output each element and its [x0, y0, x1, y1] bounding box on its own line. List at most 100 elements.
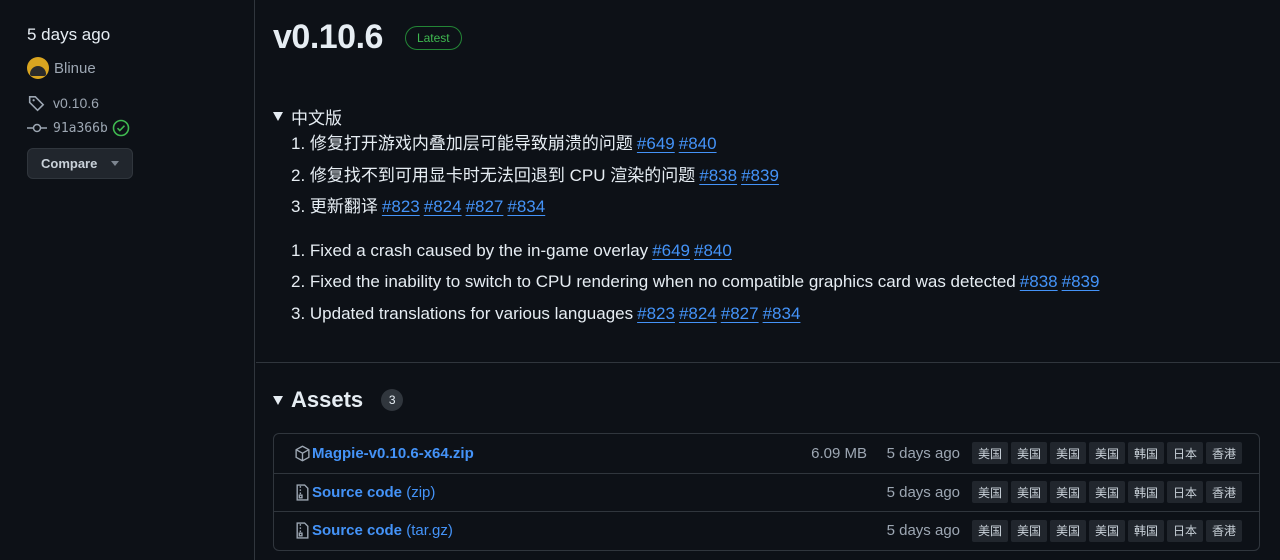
mirror-region-button[interactable]: 美国 [1011, 519, 1047, 542]
issue-link[interactable]: #827 [721, 304, 759, 323]
mirror-region-button[interactable]: 美国 [972, 442, 1008, 465]
issue-link[interactable]: #834 [507, 197, 545, 216]
latest-badge: Latest [404, 25, 462, 50]
issue-link[interactable]: #649 [637, 134, 675, 153]
asset-date: 5 days ago [886, 444, 960, 462]
file-zip-icon [293, 522, 311, 540]
issue-link[interactable]: #840 [679, 134, 717, 153]
mirror-region-button[interactable]: 香港 [1206, 481, 1242, 504]
mirror-region-button[interactable]: 美国 [972, 519, 1008, 542]
mirror-region-button[interactable]: 美国 [1089, 481, 1125, 504]
issue-link[interactable]: #839 [741, 166, 779, 185]
issue-link[interactable]: #838 [1020, 272, 1058, 291]
list-item: 2. Fixed the inability to switch to CPU … [291, 266, 1263, 298]
release-sidebar: 5 days ago Blinue v0.10.6 91a366b Compar… [0, 0, 255, 560]
compare-label: Compare [41, 156, 98, 171]
issue-link[interactable]: #823 [382, 197, 420, 216]
list-item-text: 1. Fixed a crash caused by the in-game o… [291, 240, 649, 260]
assets-count-badge: 3 [381, 389, 404, 411]
mirror-region-button[interactable]: 美国 [1089, 442, 1125, 465]
list-item-text: 2. 修复找不到可用显卡时无法回退到 CPU 渲染的问题 [291, 165, 696, 185]
issue-link[interactable]: #834 [763, 304, 801, 323]
issue-link[interactable]: #823 [637, 304, 675, 323]
asset-download-link[interactable]: Magpie-v0.10.6-x64.zip [312, 445, 474, 462]
asset-name-suffix: (tar.gz) [402, 522, 453, 540]
author-link[interactable]: Blinue [27, 57, 254, 79]
divider [256, 362, 1280, 363]
list-item: 1. Fixed a crash caused by the in-game o… [291, 235, 1263, 267]
issue-link[interactable]: #840 [694, 241, 732, 260]
list-item: 3. 更新翻译 #823 #824 #827 #834 [291, 191, 1263, 223]
mirror-region-button[interactable]: 美国 [1089, 519, 1125, 542]
mirror-links: 美国 美国 美国 美国 韩国 日本 香港 [972, 519, 1242, 542]
asset-name-label: Source code [312, 522, 403, 540]
english-notes-list: 1. Fixed a crash caused by the in-game o… [273, 235, 1263, 330]
asset-date: 5 days ago [886, 522, 960, 540]
mirror-region-button[interactable]: 美国 [1050, 481, 1086, 504]
verified-check-icon[interactable] [112, 119, 130, 137]
chinese-notes-list: 1. 修复打开游戏内叠加层可能导致崩溃的问题 #649 #840 2. 修复找不到可用… [273, 128, 1263, 223]
issue-link[interactable]: #824 [424, 197, 462, 216]
triangle-down-icon [273, 111, 283, 121]
mirror-links: 美国 美国 美国 美国 韩国 日本 香港 [972, 442, 1242, 465]
issue-link[interactable]: #824 [679, 304, 717, 323]
commit-sha[interactable]: 91a366b [53, 121, 108, 136]
package-icon [293, 444, 311, 462]
mirror-region-button[interactable]: 香港 [1206, 519, 1242, 542]
list-item: 2. 修复找不到可用显卡时无法回退到 CPU 渲染的问题 #838 #839 [291, 160, 1263, 192]
tag-link[interactable]: v0.10.6 [27, 92, 254, 114]
mirror-region-button[interactable]: 美国 [1050, 442, 1086, 465]
release-body: v0.10.6 Latest 中文版 1. 修复打开游戏内叠加层可能导致崩溃的问… [256, 0, 1280, 560]
assets-summary[interactable]: Assets 3 [273, 386, 404, 414]
tag-label[interactable]: v0.10.6 [53, 95, 99, 111]
assets-title: Assets [291, 387, 364, 412]
commit-icon [27, 121, 47, 135]
list-item-text: 3. 更新翻译 [291, 197, 378, 216]
list-item-text: 1. 修复打开游戏内叠加层可能导致崩溃的问题 [291, 134, 633, 153]
mirror-region-button[interactable]: 日本 [1167, 481, 1203, 504]
mirror-region-button[interactable]: 日本 [1167, 442, 1203, 465]
issue-link[interactable]: #827 [466, 197, 504, 216]
mirror-region-button[interactable]: 美国 [972, 481, 1008, 504]
asset-download-link[interactable]: Source code (tar.gz) [312, 522, 453, 539]
asset-size: 6.09 MB [811, 444, 867, 462]
summary-label: 中文版 [291, 108, 342, 128]
compare-button[interactable]: Compare [27, 148, 133, 179]
commit-link[interactable]: 91a366b [27, 117, 254, 139]
release-notes: 中文版 1. 修复打开游戏内叠加层可能导致崩溃的问题 #649 #840 2. 修复找… [273, 104, 1263, 329]
mirror-region-button[interactable]: 香港 [1206, 442, 1242, 465]
list-item-text: 2. Fixed the inability to switch to CPU … [291, 272, 1016, 291]
asset-row: Magpie-v0.10.6-x64.zip 6.09 MB 5 days ago 美… [274, 434, 1259, 473]
asset-row: Source code (tar.gz) 5 days ago 美国 美国 美国 美国 韩国… [274, 511, 1259, 550]
triangle-down-icon [273, 395, 283, 405]
chevron-down-icon [111, 161, 120, 166]
details-summary-chinese[interactable]: 中文版 [273, 104, 1263, 128]
mirror-region-button[interactable]: 美国 [1050, 519, 1086, 542]
mirror-region-button[interactable]: 韩国 [1128, 442, 1164, 465]
issue-link[interactable]: #839 [1062, 272, 1100, 291]
mirror-region-button[interactable]: 韩国 [1128, 519, 1164, 542]
asset-download-link[interactable]: Source code (zip) [312, 484, 435, 501]
release-header: v0.10.6 Latest [273, 18, 462, 57]
mirror-region-button[interactable]: 韩国 [1128, 481, 1164, 504]
list-item: 1. 修复打开游戏内叠加层可能导致崩溃的问题 #649 #840 [291, 128, 1263, 160]
asset-date: 5 days ago [886, 483, 960, 501]
mirror-region-button[interactable]: 美国 [1011, 442, 1047, 465]
asset-name-label: Magpie-v0.10.6-x64.zip [312, 444, 474, 462]
asset-row: Source code (zip) 5 days ago 美国 美国 美国 美国 韩国 日本香… [274, 472, 1259, 512]
avatar[interactable] [27, 57, 49, 79]
assets-list: Magpie-v0.10.6-x64.zip 6.09 MB 5 days ago 美… [273, 433, 1260, 551]
mirror-links: 美国 美国 美国 美国 韩国 日本 香港 [972, 481, 1242, 504]
issue-link[interactable]: #649 [652, 241, 690, 260]
asset-name-suffix: (zip) [402, 483, 436, 501]
mirror-region-button[interactable]: 日本 [1167, 519, 1203, 542]
release-date: 5 days ago [27, 25, 111, 44]
file-zip-icon [293, 483, 311, 501]
author-name[interactable]: Blinue [54, 60, 96, 77]
mirror-region-button[interactable]: 美国 [1011, 481, 1047, 504]
list-item-text: 3. Updated translations for various lang… [291, 303, 634, 323]
release-title[interactable]: v0.10.6 [273, 18, 383, 57]
tag-icon [27, 94, 47, 112]
issue-link[interactable]: #838 [699, 166, 737, 185]
list-item: 3. Updated translations for various lang… [291, 298, 1263, 330]
